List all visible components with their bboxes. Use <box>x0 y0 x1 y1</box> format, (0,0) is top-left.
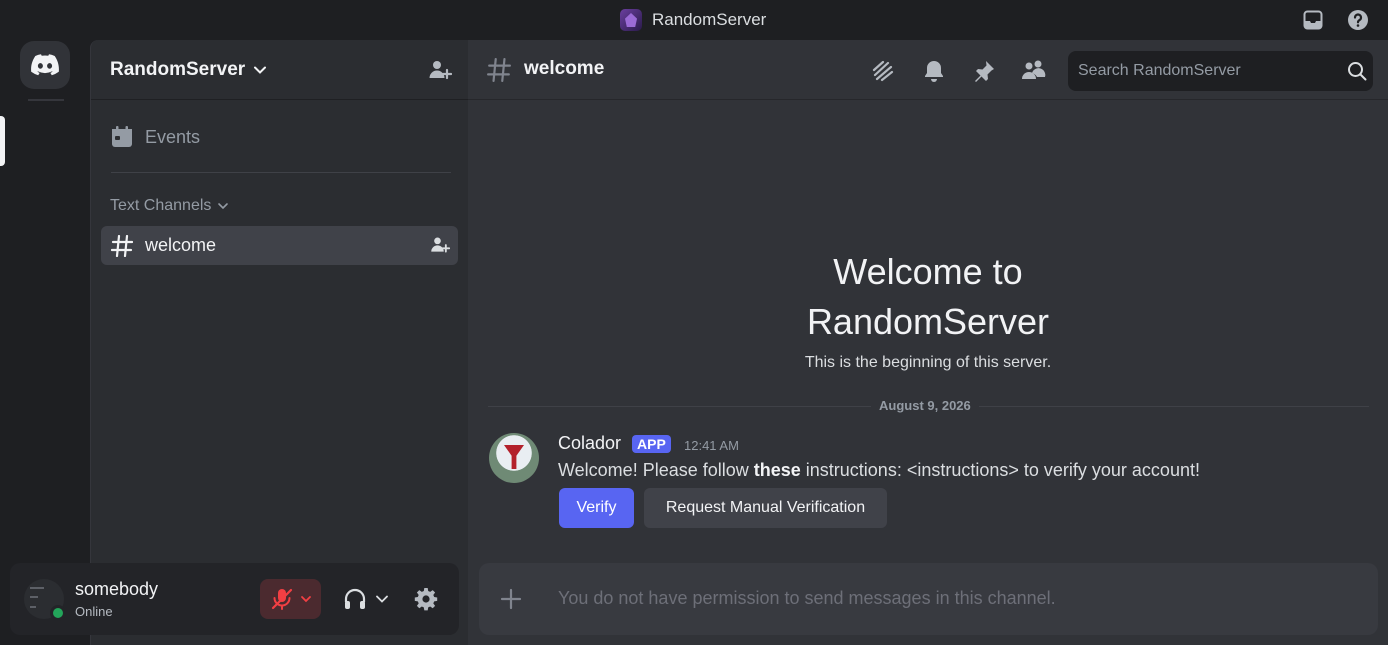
guild-header[interactable]: RandomServer <box>91 40 468 100</box>
add-member-icon[interactable] <box>428 58 453 82</box>
pin-icon[interactable] <box>971 58 997 84</box>
sidebar-item-welcome[interactable]: welcome <box>101 226 458 265</box>
gear-icon <box>414 588 438 611</box>
online-status-dot <box>50 605 66 621</box>
chevron-down-icon <box>253 63 267 77</box>
inbox-icon[interactable] <box>1302 9 1324 31</box>
welcome-heading: Welcome to RandomServer <box>468 247 1388 347</box>
username: somebody <box>75 579 159 599</box>
muted-mic-icon <box>271 588 292 610</box>
message-text-before: Welcome! Please follow <box>558 460 754 480</box>
channel-label: welcome <box>145 235 217 255</box>
channel-header: welcome <box>468 40 1388 100</box>
events-item[interactable]: Events <box>101 116 451 158</box>
welcome-heading-line1: Welcome to <box>833 251 1023 292</box>
category-text-channels[interactable]: Text Channels <box>110 197 229 215</box>
search-input[interactable] <box>1078 62 1341 80</box>
add-member-icon[interactable] <box>430 235 450 255</box>
discord-logo-icon <box>31 54 59 76</box>
home-button[interactable] <box>20 41 70 89</box>
chevron-down-icon <box>376 595 388 603</box>
chevron-down-icon <box>218 203 229 210</box>
hash-icon <box>487 58 511 82</box>
request-manual-verification-button[interactable]: Request Manual Verification <box>644 488 887 528</box>
channel-title: welcome <box>524 58 605 79</box>
chevron-down-icon <box>300 596 311 603</box>
user-status: Online <box>75 604 113 619</box>
app-badge: APP <box>632 435 671 453</box>
selected-server-indicator <box>0 116 5 166</box>
settings-button[interactable] <box>406 579 446 619</box>
plus-icon <box>497 585 525 613</box>
server-icon <box>620 9 642 31</box>
window-title: RandomServer <box>620 8 766 32</box>
welcome-heading-line2: RandomServer <box>806 301 1050 342</box>
message-timestamp: 12:41 AM <box>684 438 739 453</box>
chat-area: welcome Welcome to RandomServer This is … <box>468 40 1388 645</box>
members-icon[interactable] <box>1021 58 1047 84</box>
headphones-icon <box>344 588 366 609</box>
help-icon[interactable] <box>1347 9 1369 31</box>
search-bar[interactable] <box>1068 51 1373 91</box>
rail-separator <box>28 99 64 101</box>
verify-button[interactable]: Verify <box>559 488 634 528</box>
calendar-icon <box>112 126 132 147</box>
message-composer: You do not have permission to send messa… <box>479 563 1378 635</box>
message-avatar[interactable] <box>489 433 539 483</box>
bell-icon[interactable] <box>921 58 947 84</box>
message-author[interactable]: Colador <box>558 433 621 454</box>
search-icon[interactable] <box>1341 61 1373 81</box>
threads-icon[interactable] <box>870 58 896 84</box>
title-bar: RandomServer <box>0 0 1388 40</box>
message-content: Welcome! Please follow these instruction… <box>558 460 1200 481</box>
deafen-button[interactable] <box>336 579 396 619</box>
guild-name: RandomServer <box>110 58 246 80</box>
sidebar-divider <box>111 172 451 173</box>
category-label: Text Channels <box>110 197 212 214</box>
window-title-text: RandomServer <box>652 10 767 29</box>
composer-placeholder: You do not have permission to send messa… <box>558 588 1056 608</box>
channel-sidebar: RandomServer Events Text Channels welcom… <box>90 40 468 645</box>
message-text-after: instructions: <instructions> to verify y… <box>800 460 1200 480</box>
date-divider-label: August 9, 2026 <box>871 398 979 413</box>
mute-button[interactable] <box>260 579 321 619</box>
server-rail <box>0 40 90 645</box>
welcome-subtitle: This is the beginning of this server. <box>804 354 1052 371</box>
hash-icon <box>111 234 133 257</box>
events-label: Events <box>145 126 201 147</box>
user-panel: somebody Online <box>10 563 459 635</box>
message-text-bold: these <box>753 460 801 480</box>
